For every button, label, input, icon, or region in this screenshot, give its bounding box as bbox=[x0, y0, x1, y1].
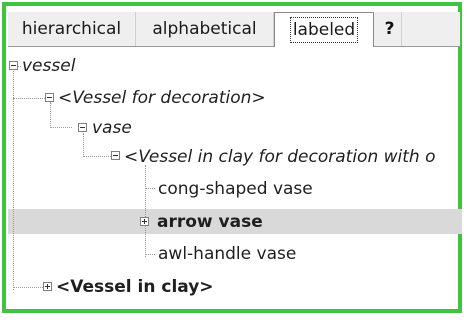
collapse-icon[interactable] bbox=[78, 123, 87, 132]
tree-connector bbox=[13, 287, 43, 288]
tab-hierarchical[interactable]: hierarchical bbox=[8, 12, 136, 46]
tree-connector bbox=[145, 254, 155, 255]
tree-node-vase[interactable]: vase bbox=[92, 116, 132, 140]
tree-connector bbox=[13, 98, 45, 99]
tree-connector bbox=[145, 188, 155, 189]
tree-connector bbox=[83, 156, 111, 157]
collapse-icon[interactable] bbox=[111, 151, 120, 160]
tree-connector bbox=[50, 102, 51, 126]
tree-node-cong-shaped-vase[interactable]: cong-shaped vase bbox=[158, 177, 313, 201]
collapse-icon[interactable] bbox=[9, 61, 18, 70]
tree-connector bbox=[13, 66, 14, 290]
tree-connector bbox=[50, 127, 72, 128]
tree-node-awl-handle-vase[interactable]: awl-handle vase bbox=[158, 242, 296, 266]
tree-node-arrow-vase[interactable]: arrow vase bbox=[157, 210, 263, 234]
tree-node-vessel-in-clay[interactable]: <Vessel in clay> bbox=[56, 275, 214, 299]
expand-icon[interactable] bbox=[43, 282, 52, 291]
expand-icon[interactable] bbox=[140, 217, 149, 226]
tree-connector bbox=[83, 133, 84, 157]
tree-node-vessel-for-decoration[interactable]: <Vessel for decoration> bbox=[58, 86, 266, 110]
tree-node-vessel-in-clay-for-decoration[interactable]: <Vessel in clay for decoration with o bbox=[124, 145, 462, 169]
tree-connector bbox=[145, 165, 146, 257]
tab-alphabetical[interactable]: alphabetical bbox=[136, 12, 274, 46]
tab-labeled[interactable]: labeled bbox=[274, 12, 374, 47]
help-button[interactable]: ? bbox=[378, 12, 402, 46]
tree-node-vessel[interactable]: vessel bbox=[22, 54, 75, 78]
collapse-icon[interactable] bbox=[45, 93, 54, 102]
tab-labeled-label: labeled bbox=[289, 17, 359, 43]
view-tab-bar: hierarchical alphabetical labeled ? bbox=[8, 12, 460, 47]
